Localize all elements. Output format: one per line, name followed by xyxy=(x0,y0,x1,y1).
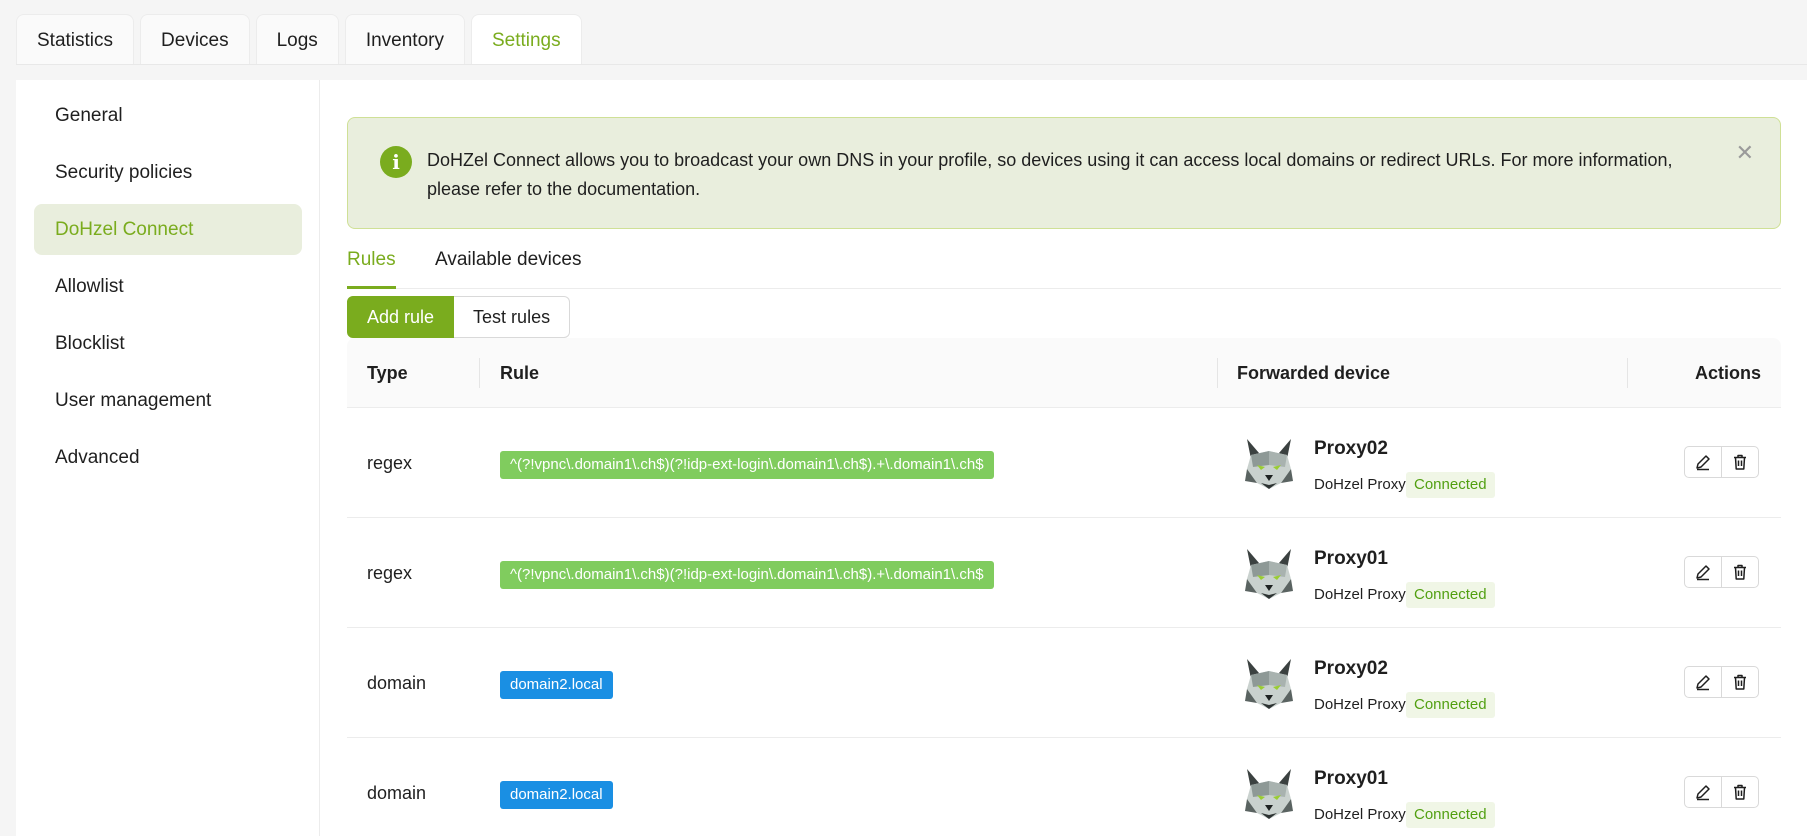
info-alert: i DoHZel Connect allows you to broadcast… xyxy=(347,117,1781,229)
tab-devices[interactable]: Devices xyxy=(140,14,250,65)
info-icon: i xyxy=(380,146,412,178)
sub-tabs: Rules Available devices xyxy=(347,236,1781,289)
sidebar-item-dohzel-connect[interactable]: DoHzel Connect xyxy=(34,204,302,255)
trash-icon xyxy=(1734,564,1746,580)
rule-type: domain xyxy=(367,673,427,693)
lynx-avatar xyxy=(1245,549,1293,599)
table-row: domain domain2.local Proxy01 DoHzel Prox… xyxy=(347,738,1781,836)
header-separator xyxy=(1627,358,1628,388)
header-separator xyxy=(1217,358,1218,388)
alert-text: DoHZel Connect allows you to broadcast y… xyxy=(427,150,1673,199)
pencil-icon xyxy=(1696,675,1710,691)
pencil-icon xyxy=(1696,785,1710,801)
lynx-avatar xyxy=(1245,439,1293,489)
header-actions: Actions xyxy=(1694,363,1761,383)
trash-icon xyxy=(1734,674,1746,690)
sidebar-item-allowlist[interactable]: Allowlist xyxy=(34,261,302,312)
status-badge: Connected xyxy=(1406,802,1495,828)
status-badge: Connected xyxy=(1406,692,1495,718)
sidebar-item-security-policies[interactable]: Security policies xyxy=(34,147,302,198)
delete-button[interactable] xyxy=(1721,556,1759,588)
header-forwarded-device: Forwarded device xyxy=(1237,363,1391,383)
rule-tag: ^(?!vpnc\.domain1\.ch$)(?!idp-ext-login\… xyxy=(500,451,994,479)
table-row: regex ^(?!vpnc\.domain1\.ch$)(?!idp-ext-… xyxy=(347,408,1781,518)
table-row: domain domain2.local Proxy02 DoHzel Prox… xyxy=(347,628,1781,738)
edit-button[interactable] xyxy=(1684,556,1722,588)
tab-available-devices[interactable]: Available devices xyxy=(435,236,581,289)
rule-tag: domain2.local xyxy=(500,671,613,699)
edit-button[interactable] xyxy=(1684,666,1722,698)
table-header: Type Rule Forwarded device Actions xyxy=(347,338,1781,408)
rule-type: regex xyxy=(367,563,413,583)
pencil-icon xyxy=(1696,455,1710,471)
edit-button[interactable] xyxy=(1684,776,1722,808)
top-tabs: Statistics Devices Logs Inventory Settin… xyxy=(16,14,588,65)
device-name: Proxy02 xyxy=(1314,658,1388,679)
trash-icon xyxy=(1734,454,1746,470)
header-type: Type xyxy=(367,363,408,383)
rule-tag: ^(?!vpnc\.domain1\.ch$)(?!idp-ext-login\… xyxy=(500,561,994,589)
delete-button[interactable] xyxy=(1721,446,1759,478)
sidebar-item-user-management[interactable]: User management xyxy=(34,375,302,426)
table-row: regex ^(?!vpnc\.domain1\.ch$)(?!idp-ext-… xyxy=(347,518,1781,628)
device-type: DoHzel Proxy xyxy=(1314,696,1406,713)
device-name: Proxy01 xyxy=(1314,548,1388,569)
tab-settings[interactable]: Settings xyxy=(470,14,582,65)
rule-type: regex xyxy=(367,453,413,473)
sidebar-item-general[interactable]: General xyxy=(34,90,302,141)
device-type: DoHzel Proxy xyxy=(1314,806,1406,823)
rule-tag: domain2.local xyxy=(500,781,613,809)
status-badge: Connected xyxy=(1406,472,1495,498)
lynx-avatar xyxy=(1245,659,1293,709)
sidebar-item-blocklist[interactable]: Blocklist xyxy=(34,318,302,369)
status-badge: Connected xyxy=(1406,582,1495,608)
tabs-divider xyxy=(16,64,1807,65)
main-content: i DoHZel Connect allows you to broadcast… xyxy=(347,80,1781,836)
lynx-avatar xyxy=(1245,769,1293,819)
rules-table: Type Rule Forwarded device Actions regex… xyxy=(347,338,1781,836)
delete-button[interactable] xyxy=(1721,666,1759,698)
rule-type: domain xyxy=(367,783,427,803)
device-type: DoHzel Proxy xyxy=(1314,476,1406,493)
tab-logs[interactable]: Logs xyxy=(255,14,339,65)
rule-buttons: Add rule Test rules xyxy=(347,296,571,338)
edit-button[interactable] xyxy=(1684,446,1722,478)
tab-inventory[interactable]: Inventory xyxy=(344,14,465,65)
settings-panel: General Security policies DoHzel Connect… xyxy=(16,80,1807,836)
close-icon[interactable]: ✕ xyxy=(1736,140,1754,166)
tab-rules[interactable]: Rules xyxy=(347,236,396,289)
header-rule: Rule xyxy=(500,363,540,383)
pencil-icon xyxy=(1696,565,1710,581)
device-name: Proxy02 xyxy=(1314,438,1388,459)
device-name: Proxy01 xyxy=(1314,768,1388,789)
trash-icon xyxy=(1734,784,1746,800)
settings-sidebar: General Security policies DoHzel Connect… xyxy=(16,80,320,836)
header-separator xyxy=(479,358,480,388)
sidebar-item-advanced[interactable]: Advanced xyxy=(34,432,302,483)
test-rules-button[interactable]: Test rules xyxy=(454,296,571,338)
delete-button[interactable] xyxy=(1721,776,1759,808)
device-type: DoHzel Proxy xyxy=(1314,586,1406,603)
tab-statistics[interactable]: Statistics xyxy=(16,14,135,65)
add-rule-button[interactable]: Add rule xyxy=(347,296,455,338)
